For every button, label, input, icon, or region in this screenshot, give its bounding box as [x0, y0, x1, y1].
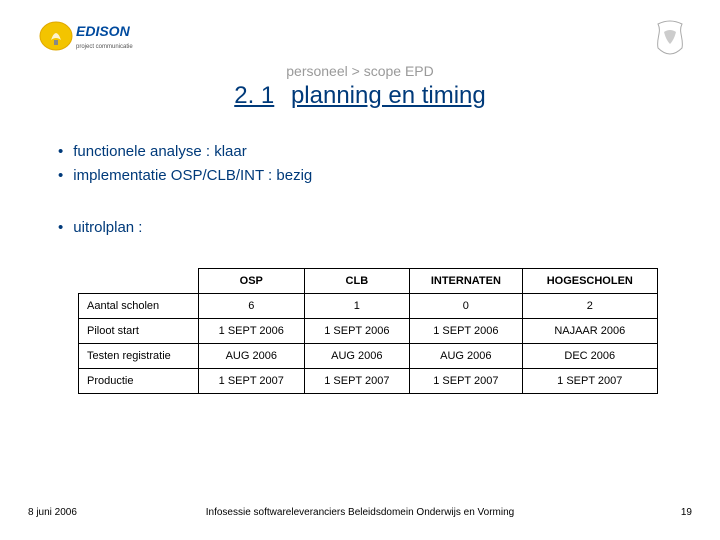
svg-text:project communicatie: project communicatie: [76, 44, 133, 50]
bullet-item: functionele analyse : klaar: [58, 140, 312, 164]
col-header: OSP: [199, 269, 305, 294]
cell: 1 SEPT 2007: [522, 369, 657, 394]
row-label: Aantal scholen: [79, 294, 199, 319]
col-header: HOGESCHOLEN: [522, 269, 657, 294]
footer-page-number: 19: [681, 507, 692, 518]
row-label: Productie: [79, 369, 199, 394]
cell: 1 SEPT 2007: [410, 369, 522, 394]
page-title: 2. 1 planning en timing: [0, 82, 720, 110]
table-row: Piloot start 1 SEPT 2006 1 SEPT 2006 1 S…: [79, 319, 658, 344]
cell: 0: [410, 294, 522, 319]
footer-caption: Infosessie softwareleveranciers Beleidsd…: [0, 507, 720, 518]
row-label: Piloot start: [79, 319, 199, 344]
col-header: INTERNATEN: [410, 269, 522, 294]
breadcrumb: personeel > scope EPD: [0, 63, 720, 79]
table-row: Testen registratie AUG 2006 AUG 2006 AUG…: [79, 344, 658, 369]
col-header: CLB: [304, 269, 410, 294]
cell: 1 SEPT 2006: [199, 319, 305, 344]
svg-text:EDISON: EDISON: [76, 23, 131, 39]
cell: AUG 2006: [410, 344, 522, 369]
cell: 1 SEPT 2007: [304, 369, 410, 394]
row-label: Testen registratie: [79, 344, 199, 369]
table-row: Productie 1 SEPT 2007 1 SEPT 2007 1 SEPT…: [79, 369, 658, 394]
table-row: Aantal scholen 6 1 0 2: [79, 294, 658, 319]
title-number: 2. 1: [234, 82, 274, 109]
table-corner: [79, 269, 199, 294]
cell: AUG 2006: [304, 344, 410, 369]
cell: NAJAAR 2006: [522, 319, 657, 344]
bullet-item: implementatie OSP/CLB/INT : bezig: [58, 164, 312, 188]
cell: 2: [522, 294, 657, 319]
title-text: planning en timing: [291, 82, 486, 109]
schedule-table: OSP CLB INTERNATEN HOGESCHOLEN Aantal sc…: [78, 268, 658, 394]
cell: 1 SEPT 2007: [199, 369, 305, 394]
table-header-row: OSP CLB INTERNATEN HOGESCHOLEN: [79, 269, 658, 294]
edison-logo: EDISON project communicatie: [38, 18, 158, 54]
cell: DEC 2006: [522, 344, 657, 369]
cell: 1: [304, 294, 410, 319]
cell: AUG 2006: [199, 344, 305, 369]
cell: 1 SEPT 2006: [410, 319, 522, 344]
bullet-list: functionele analyse : klaar implementati…: [58, 140, 312, 240]
lion-crest-icon: [648, 18, 692, 62]
cell: 1 SEPT 2006: [304, 319, 410, 344]
bullet-item: uitrolplan :: [58, 216, 312, 240]
cell: 6: [199, 294, 305, 319]
